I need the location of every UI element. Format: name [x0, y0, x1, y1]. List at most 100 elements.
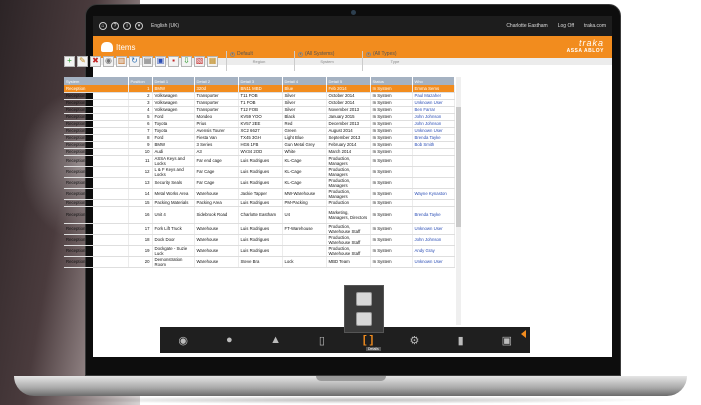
- type-filter[interactable]: ▾ (All Types) Type: [362, 51, 424, 71]
- edit-icon[interactable]: ✎: [77, 55, 88, 67]
- column-header[interactable]: Detail 4: [282, 77, 327, 85]
- table-row[interactable]: Reception 1 BMW 320d BN11 MBD Blue Feb 2014 In …: [64, 85, 455, 93]
- pdf-icon[interactable]: ▧: [194, 55, 205, 67]
- documents-icon[interactable]: ▯: [309, 331, 335, 349]
- table-cell: Transporter: [194, 99, 239, 107]
- refresh-icon[interactable]: ↻: [129, 55, 140, 67]
- table-row[interactable]: Reception 10 Audi A3 WV34 2OD White March 2014…: [64, 148, 455, 156]
- table-row[interactable]: Reception 3 Volkswagen Transporter T1 FOB Sil…: [64, 99, 455, 107]
- table-row[interactable]: Reception 14 Metal Works Area Warehouse Jack…: [64, 188, 455, 200]
- table-cell: Toyota: [152, 120, 195, 128]
- table-cell: Sidebrook Road: [194, 206, 239, 224]
- report-icon[interactable]: ▦: [207, 55, 218, 67]
- table-cell: 14: [128, 188, 153, 200]
- table-row[interactable]: Reception 19 Dockgate - Suzie Luck Warehous…: [64, 245, 455, 257]
- table-cell: December 2013: [326, 120, 371, 128]
- key-icon[interactable]: ▮: [448, 331, 474, 349]
- language-selector[interactable]: English (UK): [151, 23, 179, 29]
- panel-icon[interactable]: ▣: [494, 331, 520, 349]
- table-cell: Volkswagen: [152, 92, 195, 100]
- table-cell: In System: [370, 120, 413, 128]
- table-cell: In System: [370, 85, 413, 93]
- table-row[interactable]: Reception 17 Fork Lift Truck Warehouse Luis …: [64, 223, 455, 235]
- table-cell: Red: [282, 120, 327, 128]
- scrollbar-thumb[interactable]: [456, 107, 461, 227]
- table-cell: Fiesta Van: [194, 134, 239, 142]
- site-link[interactable]: traka.com: [584, 23, 606, 29]
- save-icon[interactable]: ▣: [155, 55, 166, 67]
- dock-arrow-icon[interactable]: [521, 330, 526, 338]
- table-cell: Production, Warehouse Staff: [326, 245, 371, 257]
- chevron-down-icon: ▾: [298, 51, 303, 57]
- delete-icon[interactable]: ✖: [90, 55, 101, 67]
- column-header[interactable]: Who: [412, 77, 455, 85]
- view-icon[interactable]: ◉: [103, 55, 114, 67]
- column-header[interactable]: Detail 3: [238, 77, 283, 85]
- popup-option-list[interactable]: [356, 292, 372, 306]
- brand-name: traka: [578, 38, 604, 48]
- table-cell: In System: [370, 155, 413, 167]
- logoff-link[interactable]: Log Off: [558, 23, 574, 29]
- table-cell: Gun Metal Grey: [282, 141, 327, 149]
- column-header[interactable]: Detail 1: [152, 77, 195, 85]
- table-cell: Andy Gray: [412, 245, 455, 257]
- table-row[interactable]: Reception 2 Volkswagen Transporter T11 FOB Si…: [64, 92, 455, 100]
- table-cell: Unknown User: [412, 256, 455, 268]
- table-row[interactable]: Reception 9 BMW 3 Series HG6 1FB Gun Metal Gr…: [64, 141, 455, 149]
- table-cell: 15: [128, 199, 153, 207]
- table-row[interactable]: Reception 11 ASSA Keys and Locks Far end ca…: [64, 155, 455, 167]
- help-icon[interactable]: ?: [111, 22, 119, 30]
- table-cell: John Johnson: [412, 234, 455, 246]
- table-cell: In System: [370, 234, 413, 246]
- table-cell: Reception: [64, 85, 129, 93]
- table-row[interactable]: Reception 8 Ford Fiesta Van TX45 3GH Light Bl…: [64, 134, 455, 142]
- table-cell: Production, Managers: [326, 155, 371, 167]
- table-row[interactable]: Reception 16 Unit 4 Sidebrook Road Charlotte…: [64, 206, 455, 224]
- table-row[interactable]: Reception 15 Packing Materials Packing Area…: [64, 199, 455, 207]
- table-cell: Lock: [282, 256, 327, 268]
- table-row[interactable]: Reception 13 Security Seals Far Cage Luis Ro…: [64, 177, 455, 189]
- add-icon[interactable]: +: [64, 55, 75, 67]
- table-cell: PM-Packing: [282, 199, 327, 207]
- print-icon[interactable]: ▤: [142, 55, 153, 67]
- table-cell: [412, 177, 455, 189]
- table-cell: Luis Rodrigues: [238, 199, 283, 207]
- table-cell: John Johnson: [412, 120, 455, 128]
- table-row[interactable]: Reception 5 Ford Mondeo KV59 YOO Black January…: [64, 113, 455, 121]
- column-header[interactable]: System: [64, 77, 129, 85]
- table-cell: 2: [128, 92, 153, 100]
- items-icon[interactable]: ▲: [263, 331, 289, 349]
- columns-icon[interactable]: ▥: [116, 55, 127, 67]
- export-icon[interactable]: ⇩: [181, 55, 192, 67]
- table-cell: 4: [128, 106, 153, 114]
- column-header[interactable]: Position: [128, 77, 153, 85]
- table-row[interactable]: Reception 4 Volkswagen Transporter T12 FOB Si…: [64, 106, 455, 114]
- table-scrollbar[interactable]: [456, 77, 461, 325]
- laptop-notch: [316, 376, 386, 381]
- eye-icon[interactable]: ◉: [170, 331, 196, 349]
- region-filter[interactable]: ▾ Default Region: [226, 51, 288, 71]
- system-filter[interactable]: ▾ (All Systems) System: [294, 51, 356, 71]
- remove-icon[interactable]: ▪: [168, 55, 179, 67]
- table-row[interactable]: Reception 18 Dock Door Warehouse Luis Rodrig…: [64, 234, 455, 246]
- table-cell: Reception: [64, 99, 129, 107]
- home-icon[interactable]: ⌂: [99, 22, 107, 30]
- camera-icon: [351, 10, 356, 15]
- table-cell: HG6 1FB: [238, 141, 283, 149]
- table-row[interactable]: Reception 6 Toyota Prius KV57 2EE Red December…: [64, 120, 455, 128]
- column-header[interactable]: Detail 5: [326, 77, 371, 85]
- table-row[interactable]: Reception 20 Demonstration Room Warehouse St…: [64, 256, 455, 268]
- column-header[interactable]: Detail 2: [194, 77, 239, 85]
- table-cell: 3 Series: [194, 141, 239, 149]
- user-icon[interactable]: ●: [216, 331, 242, 349]
- settings-icon[interactable]: ⚙: [401, 331, 427, 349]
- table-row[interactable]: Reception 12 L & F Keys and Locks Far Cage L…: [64, 166, 455, 178]
- popup-option-image[interactable]: [356, 312, 372, 326]
- column-header[interactable]: Status: [370, 77, 413, 85]
- table-cell: Reception: [64, 134, 129, 142]
- table-cell: 9: [128, 141, 153, 149]
- table-cell: Transporter: [194, 106, 239, 114]
- table-row[interactable]: Reception 7 Toyota Avensis Tourer XC2 6627 Gr…: [64, 127, 455, 135]
- info-icon[interactable]: i: [123, 22, 131, 30]
- chevron-down-icon[interactable]: ▾: [135, 22, 143, 30]
